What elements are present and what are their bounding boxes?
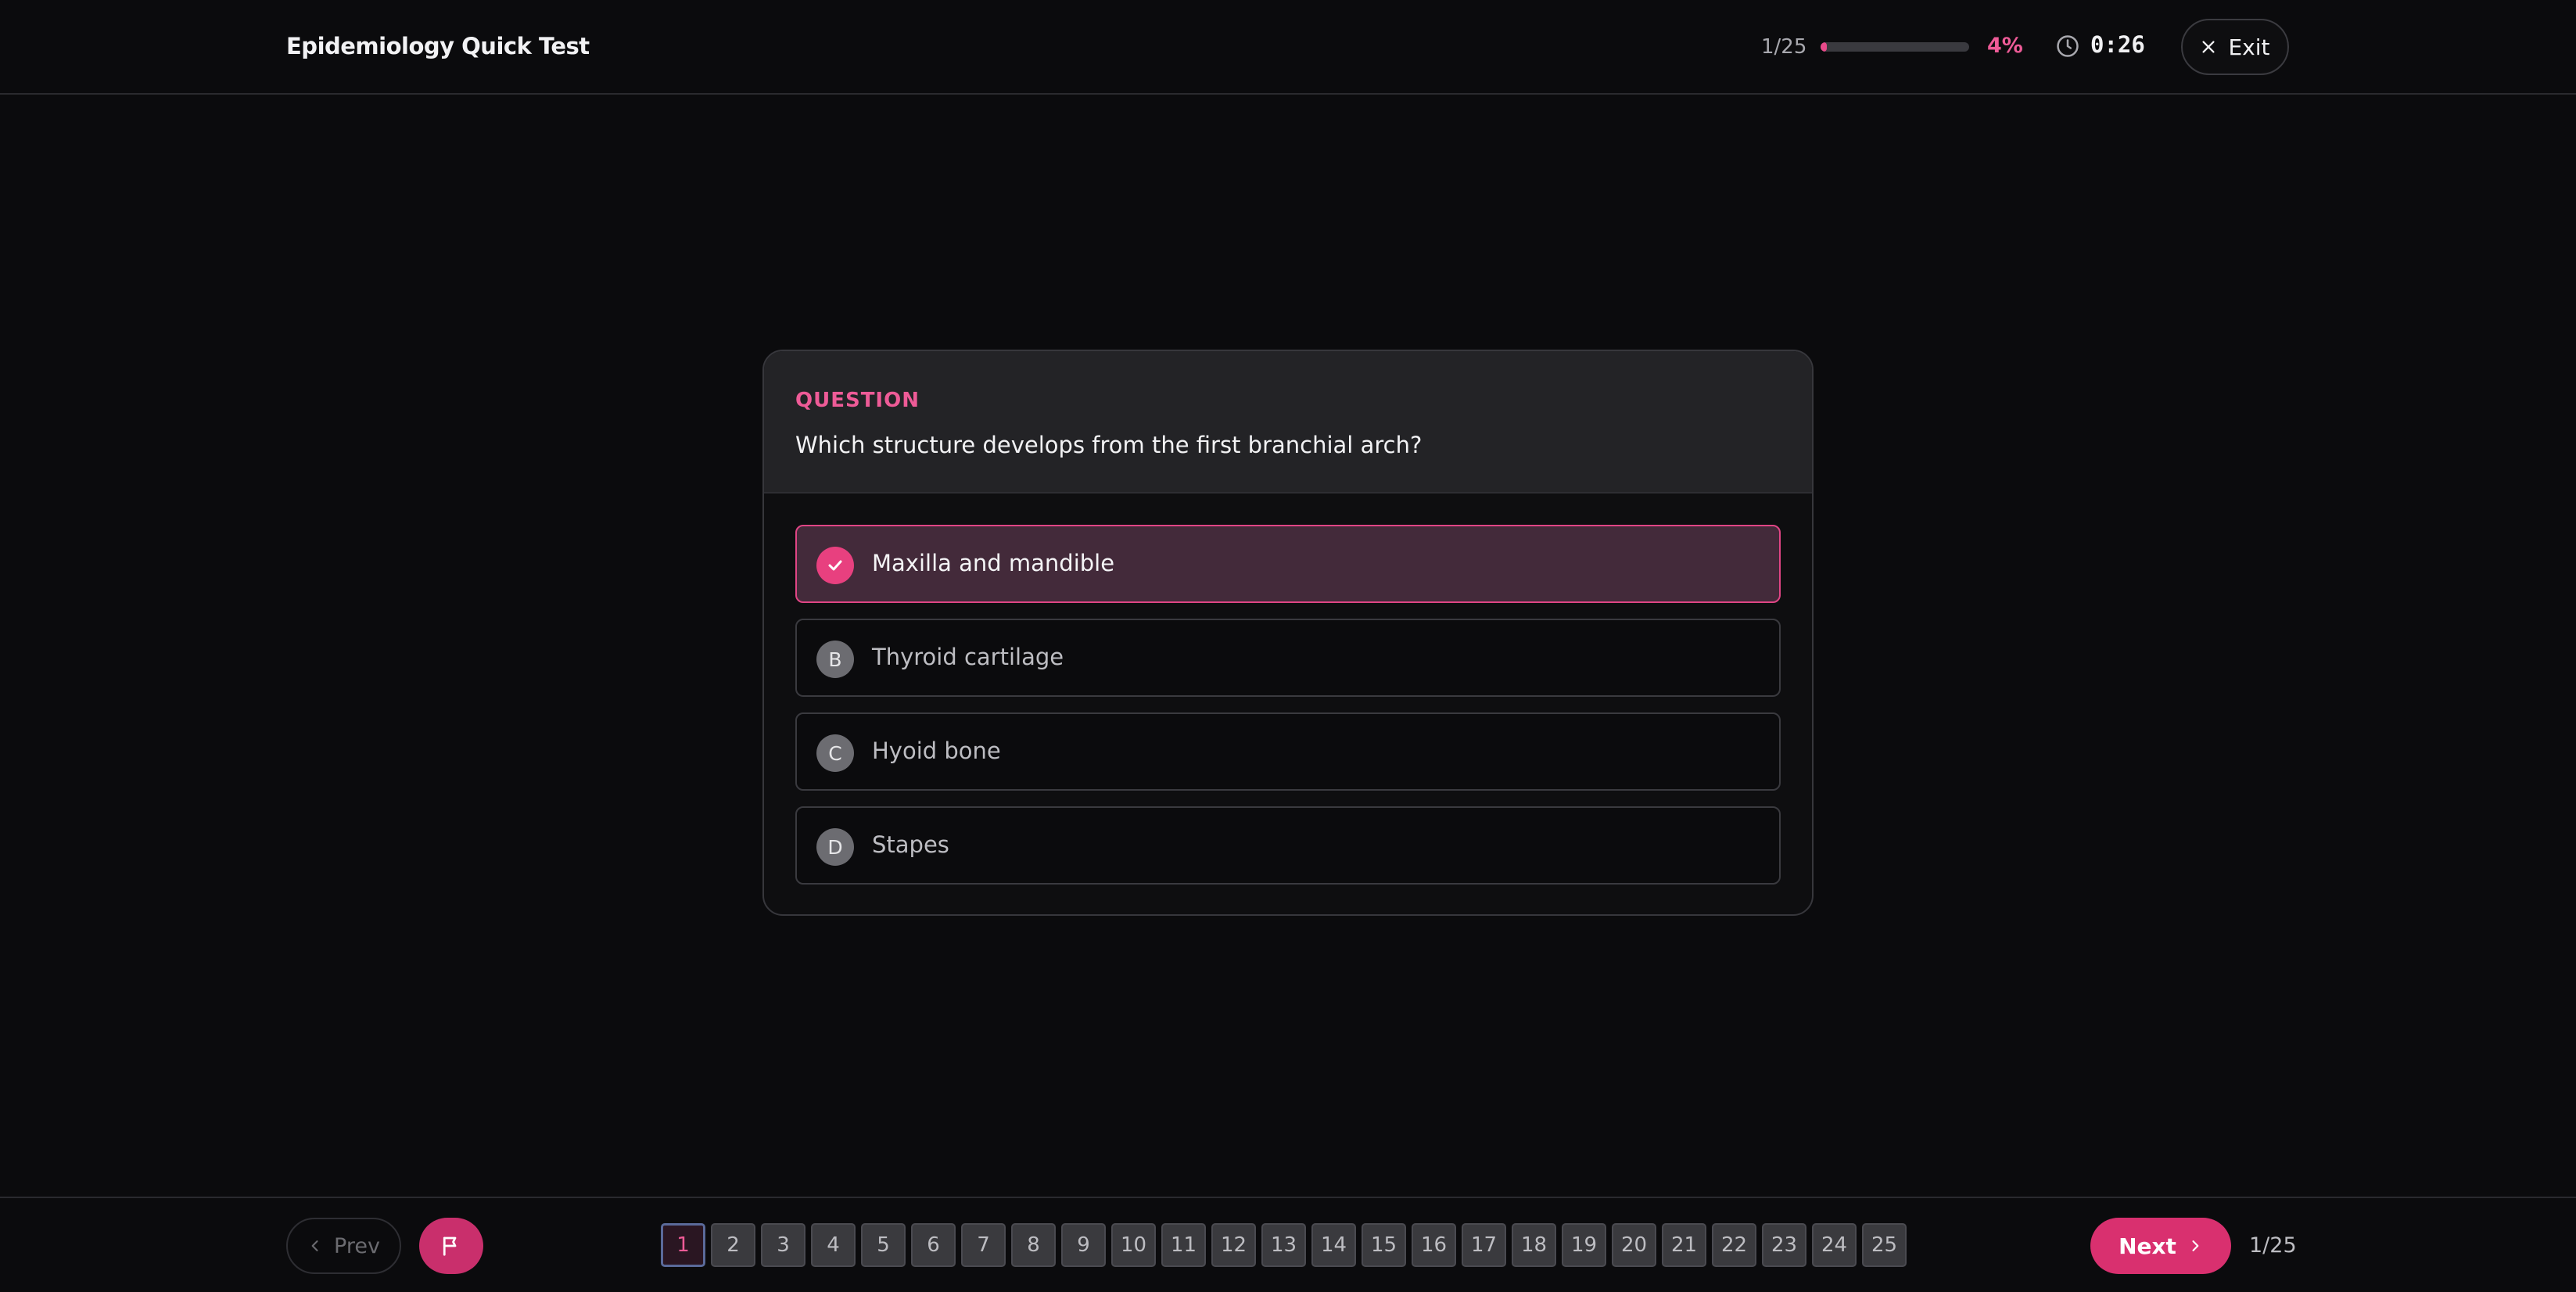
page-button-10[interactable]: 10 xyxy=(1111,1223,1156,1267)
chevron-left-icon xyxy=(311,1240,318,1251)
next-button[interactable]: Next xyxy=(2090,1218,2231,1274)
page-button-3[interactable]: 3 xyxy=(761,1223,805,1267)
page-button-17[interactable]: 17 xyxy=(1462,1223,1506,1267)
option-letter: C xyxy=(816,734,854,772)
page-button-5[interactable]: 5 xyxy=(861,1223,906,1267)
page-button-22[interactable]: 22 xyxy=(1712,1223,1756,1267)
option-a[interactable]: Maxilla and mandible xyxy=(795,525,1781,603)
exit-button[interactable]: Exit xyxy=(2181,19,2289,75)
page-button-19[interactable]: 19 xyxy=(1562,1223,1606,1267)
option-b[interactable]: B Thyroid cartilage xyxy=(795,619,1781,697)
option-text: Thyroid cartilage xyxy=(872,644,1064,670)
option-text: Stapes xyxy=(872,831,949,858)
page-button-13[interactable]: 13 xyxy=(1261,1223,1306,1267)
progress-bar xyxy=(1821,42,1969,52)
page-button-20[interactable]: 20 xyxy=(1612,1223,1656,1267)
footer-progress-count: 1/25 xyxy=(2249,1233,2297,1258)
option-c[interactable]: C Hyoid bone xyxy=(795,712,1781,791)
option-d[interactable]: D Stapes xyxy=(795,806,1781,885)
exit-label: Exit xyxy=(2228,34,2270,60)
quiz-title: Epidemiology Quick Test xyxy=(286,33,590,59)
clock-icon xyxy=(2057,35,2079,57)
next-label: Next xyxy=(2119,1233,2176,1259)
prev-button[interactable]: Prev xyxy=(286,1218,401,1274)
page-button-15[interactable]: 15 xyxy=(1362,1223,1406,1267)
page-button-24[interactable]: 24 xyxy=(1812,1223,1857,1267)
page-button-21[interactable]: 21 xyxy=(1662,1223,1706,1267)
page-button-4[interactable]: 4 xyxy=(811,1223,856,1267)
question-text: Which structure develops from the first … xyxy=(795,432,1423,458)
question-card: QUESTION Which structure develops from t… xyxy=(762,350,1814,916)
page-button-25[interactable]: 25 xyxy=(1862,1223,1907,1267)
question-label: QUESTION xyxy=(795,389,920,412)
top-bar: Epidemiology Quick Test 1/25 4% 0:26 Exi… xyxy=(0,0,2576,95)
flag-button[interactable] xyxy=(419,1218,483,1274)
progress-percent: 4% xyxy=(1987,34,2023,58)
option-letter: B xyxy=(816,641,854,678)
bottom-bar: Prev 1 2 3 4 5 6 7 8 9 10 11 12 13 14 15 16 17 18 19 20 21 22… xyxy=(0,1197,2576,1292)
chevron-right-icon xyxy=(2192,1240,2199,1251)
page-button-2[interactable]: 2 xyxy=(711,1223,755,1267)
page-button-16[interactable]: 16 xyxy=(1412,1223,1456,1267)
question-header: QUESTION Which structure develops from t… xyxy=(764,351,1812,493)
flag-icon xyxy=(443,1236,457,1256)
option-letter: D xyxy=(816,828,854,866)
timer: 0:26 xyxy=(2090,31,2145,58)
progress-bar-fill xyxy=(1821,42,1827,52)
prev-label: Prev xyxy=(334,1233,380,1258)
question-navigator: 1 2 3 4 5 6 7 8 9 10 11 12 13 14 15 16 17 18 19 20 21 22 23 24 2… xyxy=(661,1223,1907,1267)
page-button-18[interactable]: 18 xyxy=(1512,1223,1556,1267)
page-button-6[interactable]: 6 xyxy=(911,1223,956,1267)
option-text: Hyoid bone xyxy=(872,738,1001,764)
page-button-12[interactable]: 12 xyxy=(1211,1223,1256,1267)
page-button-14[interactable]: 14 xyxy=(1311,1223,1356,1267)
progress-count: 1/25 xyxy=(1761,35,1807,59)
page-button-9[interactable]: 9 xyxy=(1061,1223,1106,1267)
option-text: Maxilla and mandible xyxy=(872,550,1115,576)
page-button-1[interactable]: 1 xyxy=(661,1223,705,1267)
page-button-8[interactable]: 8 xyxy=(1011,1223,1056,1267)
page-button-11[interactable]: 11 xyxy=(1161,1223,1206,1267)
close-icon xyxy=(2202,41,2215,53)
page-button-23[interactable]: 23 xyxy=(1762,1223,1806,1267)
page-button-7[interactable]: 7 xyxy=(961,1223,1006,1267)
check-icon xyxy=(816,547,854,584)
